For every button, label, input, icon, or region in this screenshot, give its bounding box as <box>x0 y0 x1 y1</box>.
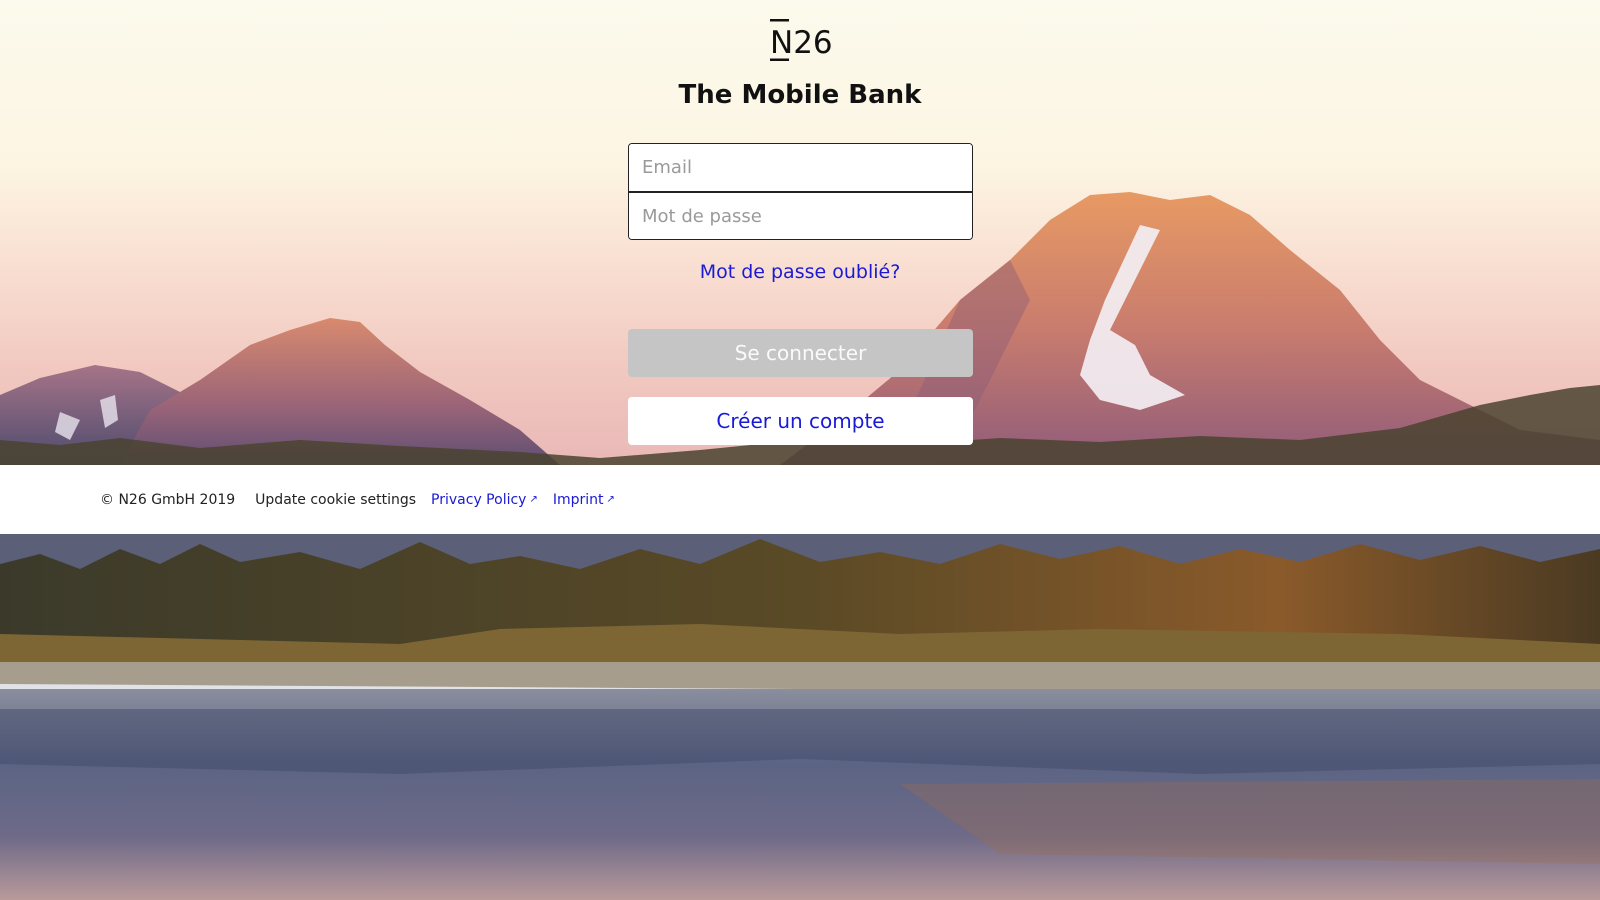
forgot-password-link[interactable]: Mot de passe oublié? <box>0 261 1600 283</box>
lake-scenery <box>0 534 1600 900</box>
logo-text: N26 <box>770 25 832 61</box>
copyright-text: © N26 GmbH 2019 <box>100 491 236 508</box>
imprint-label: Imprint <box>552 491 604 508</box>
hero-background: N26 The Mobile Bank Mot de passe oublié?… <box>0 0 1600 465</box>
external-link-icon: ↗ <box>529 494 538 505</box>
password-field[interactable] <box>629 192 972 239</box>
login-form <box>628 143 973 240</box>
imprint-link[interactable]: Imprint ↗ <box>553 492 615 508</box>
lake-landscape-image <box>0 534 1600 900</box>
email-field[interactable] <box>629 144 972 191</box>
cookie-settings-link[interactable]: Update cookie settings <box>255 492 416 508</box>
create-account-button[interactable]: Créer un compte <box>628 397 973 445</box>
n26-logo-icon[interactable]: N26 <box>770 19 832 61</box>
page-title: The Mobile Bank <box>678 80 922 110</box>
login-button[interactable]: Se connecter <box>628 329 973 377</box>
footer-bar: © N26 GmbH 2019 Update cookie settings P… <box>0 465 1600 534</box>
privacy-policy-label: Privacy Policy <box>431 491 527 508</box>
privacy-policy-link[interactable]: Privacy Policy ↗ <box>431 492 538 508</box>
external-link-icon: ↗ <box>606 494 615 505</box>
